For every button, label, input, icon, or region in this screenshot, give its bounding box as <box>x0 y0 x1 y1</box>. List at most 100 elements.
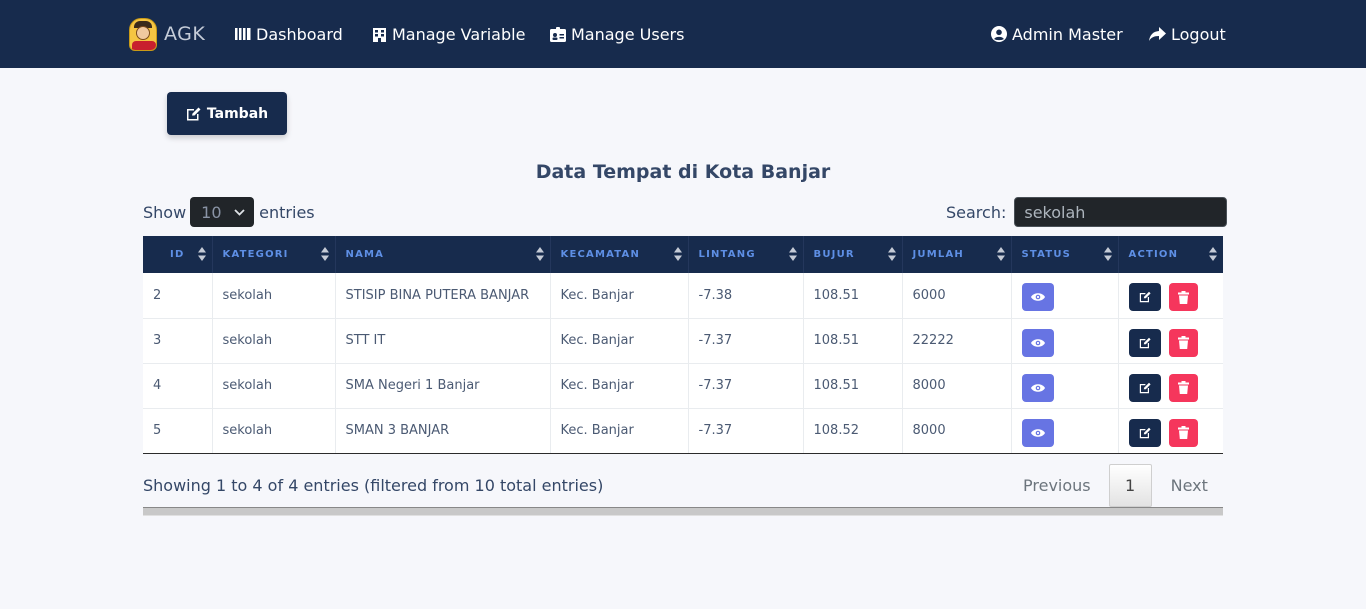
horizontal-scrollbar[interactable] <box>143 507 1223 516</box>
page-title: Data Tempat di Kota Banjar <box>535 161 831 183</box>
nav-item-dashboard[interactable]: Dashboard <box>235 22 343 46</box>
chevron-down-icon <box>234 208 245 216</box>
next-button[interactable]: Next <box>1152 464 1227 507</box>
sort-icon <box>887 247 896 261</box>
sort-icon <box>535 247 544 261</box>
trash-icon <box>1177 290 1189 304</box>
view-button[interactable] <box>1021 283 1054 312</box>
search-control: Search: sekolah <box>946 197 1228 227</box>
column-header-bujur[interactable]: BUJUR <box>803 236 903 273</box>
user-name: Admin Master <box>1012 24 1123 44</box>
column-header-label: KATEGORI <box>222 249 289 260</box>
brand-logo <box>129 17 157 51</box>
action-cell <box>1118 318 1223 364</box>
previous-button[interactable]: Previous <box>1005 464 1109 507</box>
id-card-icon <box>550 26 566 42</box>
edit-button[interactable] <box>1128 328 1161 357</box>
building-icon <box>373 27 386 42</box>
sort-icon <box>996 247 1005 261</box>
nav-item-label: Manage Variable <box>392 24 526 44</box>
top-navbar: AGK Dashboard Manage Variable Manage Use… <box>0 0 1366 68</box>
trash-icon <box>1177 336 1189 349</box>
brand[interactable]: AGK <box>129 17 205 51</box>
action-cell <box>1118 408 1223 454</box>
id-cell: 5 <box>143 408 213 454</box>
column-header-jumlah[interactable]: JUMLAH <box>902 236 1012 273</box>
view-button[interactable] <box>1021 418 1054 447</box>
kecamatan-cell: Kec. Banjar <box>550 273 689 319</box>
kecamatan-cell: Kec. Banjar <box>550 318 689 364</box>
view-button[interactable] <box>1021 373 1054 402</box>
eye-icon <box>1030 338 1045 347</box>
delete-button[interactable] <box>1168 373 1198 402</box>
action-cell <box>1118 273 1223 319</box>
column-header-label: NAMA <box>345 249 385 260</box>
entries-label: entries <box>259 202 315 222</box>
lintang-cell: -7.37 <box>688 318 804 364</box>
sort-icon <box>673 247 682 261</box>
user-menu[interactable]: Admin Master <box>991 22 1123 46</box>
trash-icon <box>1177 426 1189 439</box>
nama-cell: STISIP BINA PUTERA BANJAR <box>335 273 551 319</box>
column-header-status[interactable]: STATUS <box>1011 236 1119 273</box>
column-header-label: KECAMATAN <box>560 249 641 260</box>
id-cell: 3 <box>143 318 213 364</box>
kategori-cell: sekolah <box>212 408 336 454</box>
delete-button[interactable] <box>1168 328 1198 357</box>
column-header-label: ACTION <box>1128 249 1179 260</box>
eye-icon <box>1030 383 1045 392</box>
sort-icon <box>788 247 797 261</box>
view-button[interactable] <box>1021 328 1054 357</box>
column-header-lintang[interactable]: LINTANG <box>688 236 804 273</box>
edit-button[interactable] <box>1128 283 1161 312</box>
column-header-id[interactable]: ID <box>143 236 213 273</box>
delete-button[interactable] <box>1168 283 1198 312</box>
eye-icon <box>1030 293 1045 301</box>
column-header-label: STATUS <box>1021 249 1072 260</box>
table-row: 5 sekolah SMAN 3 BANJAR Kec. Banjar -7.37 108… <box>143 408 1223 454</box>
edit-icon <box>1139 292 1151 303</box>
table-header-row: ID KATEGORI NAMA KECAMATAN LINTANG BUJUR JUMLA… <box>143 236 1223 273</box>
user-circle-icon <box>991 26 1007 42</box>
lintang-cell: -7.37 <box>688 363 804 409</box>
kategori-cell: sekolah <box>212 363 336 409</box>
column-header-action[interactable]: ACTION <box>1118 236 1223 273</box>
bujur-cell: 108.52 <box>803 408 903 454</box>
jumlah-cell: 8000 <box>902 363 1012 409</box>
add-button-label: Tambah <box>206 105 269 122</box>
nav-item-manage-variable[interactable]: Manage Variable <box>372 22 525 46</box>
bujur-cell: 108.51 <box>803 318 903 364</box>
page-1-button[interactable]: 1 <box>1108 464 1152 507</box>
logout-link[interactable]: Logout <box>1149 22 1226 46</box>
column-header-label: LINTANG <box>698 249 756 260</box>
table-row: 2 sekolah STISIP BINA PUTERA BANJAR Kec. Ba… <box>143 273 1223 319</box>
entries-select[interactable]: 10 <box>190 197 255 227</box>
nama-cell: SMA Negeri 1 Banjar <box>335 363 551 409</box>
pagination: Previous 1 Next <box>1005 464 1227 507</box>
column-header-nama[interactable]: NAMA <box>335 236 551 273</box>
column-header-kecamatan[interactable]: KECAMATAN <box>550 236 689 273</box>
status-cell <box>1011 408 1119 454</box>
add-button[interactable]: Tambah <box>167 92 287 135</box>
bujur-cell: 108.51 <box>803 273 903 319</box>
columns-icon <box>235 28 251 40</box>
search-input[interactable]: sekolah <box>1014 197 1228 227</box>
logout-label: Logout <box>1171 24 1226 44</box>
delete-button[interactable] <box>1168 418 1198 447</box>
trash-icon <box>1177 381 1189 394</box>
column-header-kategori[interactable]: KATEGORI <box>212 236 336 273</box>
sort-icon <box>1209 247 1217 261</box>
sort-icon <box>1103 247 1112 261</box>
nav-item-label: Dashboard <box>256 24 343 44</box>
jumlah-cell: 8000 <box>902 408 1012 454</box>
nav-item-manage-users[interactable]: Manage Users <box>550 22 684 46</box>
table-info: Showing 1 to 4 of 4 entries (filtered fr… <box>143 476 604 495</box>
brand-name: AGK <box>164 23 206 45</box>
nav-item-label: Manage Users <box>571 24 685 44</box>
bujur-cell: 108.51 <box>803 363 903 409</box>
eye-icon <box>1030 428 1045 437</box>
edit-button[interactable] <box>1128 418 1161 447</box>
edit-button[interactable] <box>1128 373 1161 402</box>
kategori-cell: sekolah <box>212 318 336 364</box>
search-input-value: sekolah <box>1024 202 1086 222</box>
